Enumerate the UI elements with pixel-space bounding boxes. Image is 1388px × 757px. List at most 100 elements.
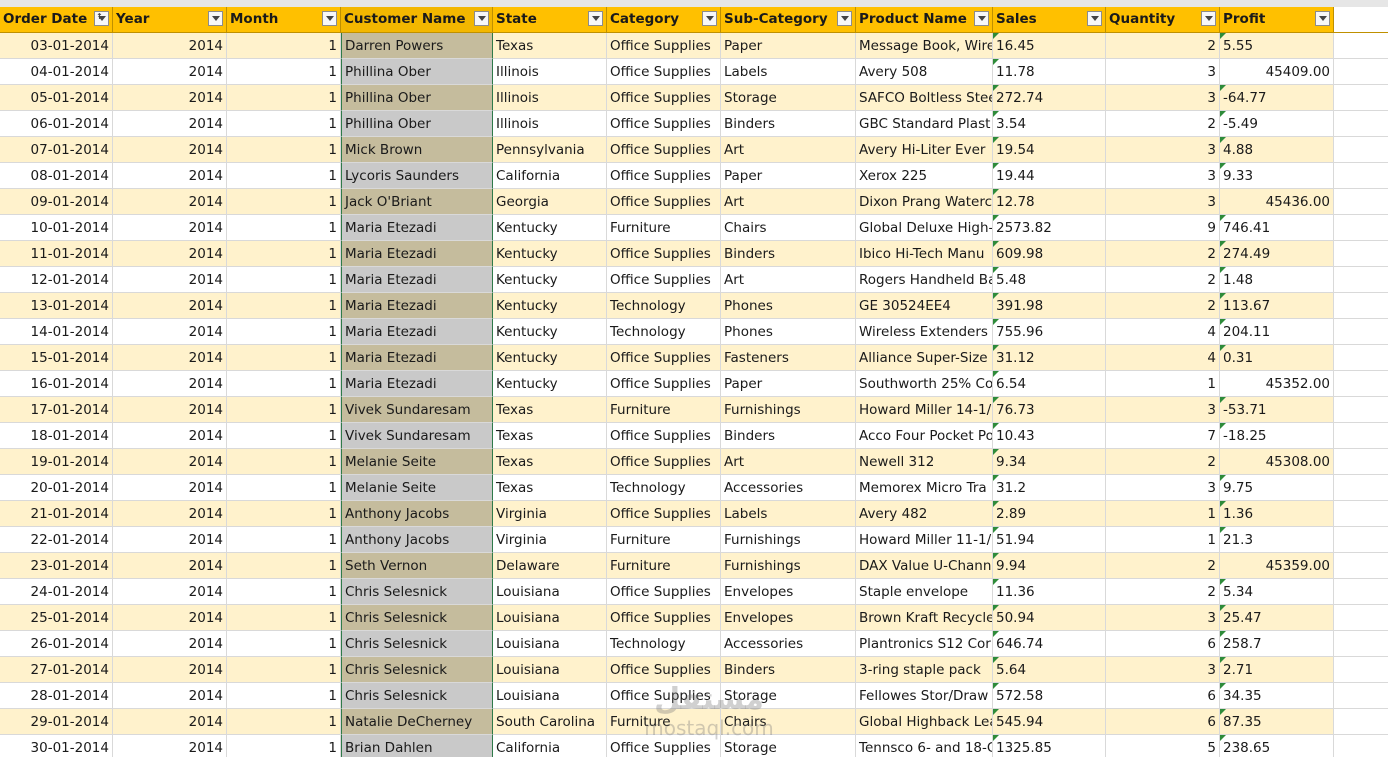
cell-customer[interactable]: Seth Vernon [341, 553, 493, 579]
cell-month[interactable]: 1 [227, 111, 341, 137]
cell-sales[interactable]: 391.98 [993, 293, 1106, 319]
cell-profit[interactable]: 4.88 [1220, 137, 1334, 163]
cell-quantity[interactable]: 1 [1106, 527, 1220, 553]
cell-year[interactable]: 2014 [113, 683, 227, 709]
cell-profit[interactable]: 0.31 [1220, 345, 1334, 371]
cell-year[interactable]: 2014 [113, 475, 227, 501]
cell-quantity[interactable]: 6 [1106, 709, 1220, 735]
cell-quantity[interactable]: 7 [1106, 423, 1220, 449]
filter-dropdown-icon[interactable] [208, 11, 223, 26]
cell-year[interactable]: 2014 [113, 59, 227, 85]
cell-profit[interactable]: 45436.00 [1220, 189, 1334, 215]
cell-customer[interactable]: Melanie Seite [341, 475, 493, 501]
cell-year[interactable]: 2014 [113, 319, 227, 345]
cell-customer[interactable]: Melanie Seite [341, 449, 493, 475]
column-header-month[interactable]: Month [227, 7, 341, 33]
cell-profit[interactable]: 746.41 [1220, 215, 1334, 241]
filter-dropdown-icon[interactable] [702, 11, 717, 26]
cell-category[interactable]: Office Supplies [607, 241, 721, 267]
cell-quantity[interactable]: 2 [1106, 33, 1220, 59]
cell-year[interactable]: 2014 [113, 267, 227, 293]
cell-customer[interactable]: Chris Selesnick [341, 631, 493, 657]
cell-customer[interactable]: Maria Etezadi [341, 215, 493, 241]
cell-quantity[interactable]: 6 [1106, 631, 1220, 657]
cell-customer[interactable]: Maria Etezadi [341, 345, 493, 371]
cell-month[interactable]: 1 [227, 449, 341, 475]
cell-subcategory[interactable]: Binders [721, 423, 856, 449]
cell-category[interactable]: Office Supplies [607, 163, 721, 189]
cell-product[interactable]: Global Deluxe High- [856, 215, 993, 241]
cell-profit[interactable]: 45352.00 [1220, 371, 1334, 397]
cell-subcategory[interactable]: Binders [721, 241, 856, 267]
cell-product[interactable]: Dixon Prang Waterc [856, 189, 993, 215]
cell-product[interactable]: Avery 508 [856, 59, 993, 85]
cell-customer[interactable]: Darren Powers [341, 33, 493, 59]
cell-profit[interactable]: 1.36 [1220, 501, 1334, 527]
cell-year[interactable]: 2014 [113, 33, 227, 59]
cell-year[interactable]: 2014 [113, 345, 227, 371]
empty-cell[interactable] [1334, 345, 1388, 371]
cell-customer[interactable]: Mick Brown [341, 137, 493, 163]
cell-product[interactable]: Memorex Micro Tra [856, 475, 993, 501]
cell-month[interactable]: 1 [227, 241, 341, 267]
cell-order_date[interactable]: 09-01-2014 [0, 189, 113, 215]
cell-quantity[interactable]: 4 [1106, 319, 1220, 345]
cell-year[interactable]: 2014 [113, 449, 227, 475]
cell-state[interactable]: Kentucky [493, 293, 607, 319]
cell-category[interactable]: Furniture [607, 527, 721, 553]
cell-order_date[interactable]: 05-01-2014 [0, 85, 113, 111]
cell-sales[interactable]: 646.74 [993, 631, 1106, 657]
cell-profit[interactable]: 274.49 [1220, 241, 1334, 267]
cell-sales[interactable]: 12.78 [993, 189, 1106, 215]
cell-subcategory[interactable]: Binders [721, 111, 856, 137]
cell-category[interactable]: Technology [607, 475, 721, 501]
empty-cell[interactable] [1334, 293, 1388, 319]
cell-quantity[interactable]: 3 [1106, 137, 1220, 163]
cell-sales[interactable]: 31.12 [993, 345, 1106, 371]
cell-quantity[interactable]: 2 [1106, 241, 1220, 267]
cell-state[interactable]: Kentucky [493, 241, 607, 267]
cell-state[interactable]: Texas [493, 475, 607, 501]
cell-state[interactable]: Illinois [493, 85, 607, 111]
cell-month[interactable]: 1 [227, 137, 341, 163]
cell-profit[interactable]: -5.49 [1220, 111, 1334, 137]
cell-state[interactable]: Louisiana [493, 631, 607, 657]
cell-product[interactable]: GE 30524EE4 [856, 293, 993, 319]
cell-year[interactable]: 2014 [113, 111, 227, 137]
cell-category[interactable]: Office Supplies [607, 59, 721, 85]
cell-profit[interactable]: 25.47 [1220, 605, 1334, 631]
empty-cell[interactable] [1334, 605, 1388, 631]
filter-dropdown-icon[interactable] [1315, 11, 1330, 26]
cell-subcategory[interactable]: Phones [721, 293, 856, 319]
cell-quantity[interactable]: 2 [1106, 579, 1220, 605]
cell-subcategory[interactable]: Paper [721, 163, 856, 189]
cell-subcategory[interactable]: Furnishings [721, 527, 856, 553]
cell-state[interactable]: Kentucky [493, 267, 607, 293]
cell-profit[interactable]: 1.48 [1220, 267, 1334, 293]
filter-dropdown-icon[interactable] [837, 11, 852, 26]
cell-sales[interactable]: 31.2 [993, 475, 1106, 501]
column-header-subcategory[interactable]: Sub-Category [721, 7, 856, 33]
empty-cell[interactable] [1334, 111, 1388, 137]
cell-subcategory[interactable]: Accessories [721, 475, 856, 501]
cell-month[interactable]: 1 [227, 657, 341, 683]
cell-sales[interactable]: 6.54 [993, 371, 1106, 397]
cell-order_date[interactable]: 22-01-2014 [0, 527, 113, 553]
cell-profit[interactable]: -18.25 [1220, 423, 1334, 449]
cell-profit[interactable]: 2.71 [1220, 657, 1334, 683]
cell-order_date[interactable]: 03-01-2014 [0, 33, 113, 59]
cell-month[interactable]: 1 [227, 579, 341, 605]
cell-subcategory[interactable]: Fasteners [721, 345, 856, 371]
cell-sales[interactable]: 545.94 [993, 709, 1106, 735]
cell-category[interactable]: Office Supplies [607, 111, 721, 137]
cell-quantity[interactable]: 3 [1106, 189, 1220, 215]
cell-order_date[interactable]: 18-01-2014 [0, 423, 113, 449]
cell-month[interactable]: 1 [227, 553, 341, 579]
empty-cell[interactable] [1334, 631, 1388, 657]
filter-dropdown-icon[interactable] [1087, 11, 1102, 26]
cell-sales[interactable]: 755.96 [993, 319, 1106, 345]
empty-cell[interactable] [1334, 241, 1388, 267]
cell-year[interactable]: 2014 [113, 631, 227, 657]
cell-product[interactable]: 3-ring staple pack [856, 657, 993, 683]
cell-subcategory[interactable]: Furnishings [721, 553, 856, 579]
